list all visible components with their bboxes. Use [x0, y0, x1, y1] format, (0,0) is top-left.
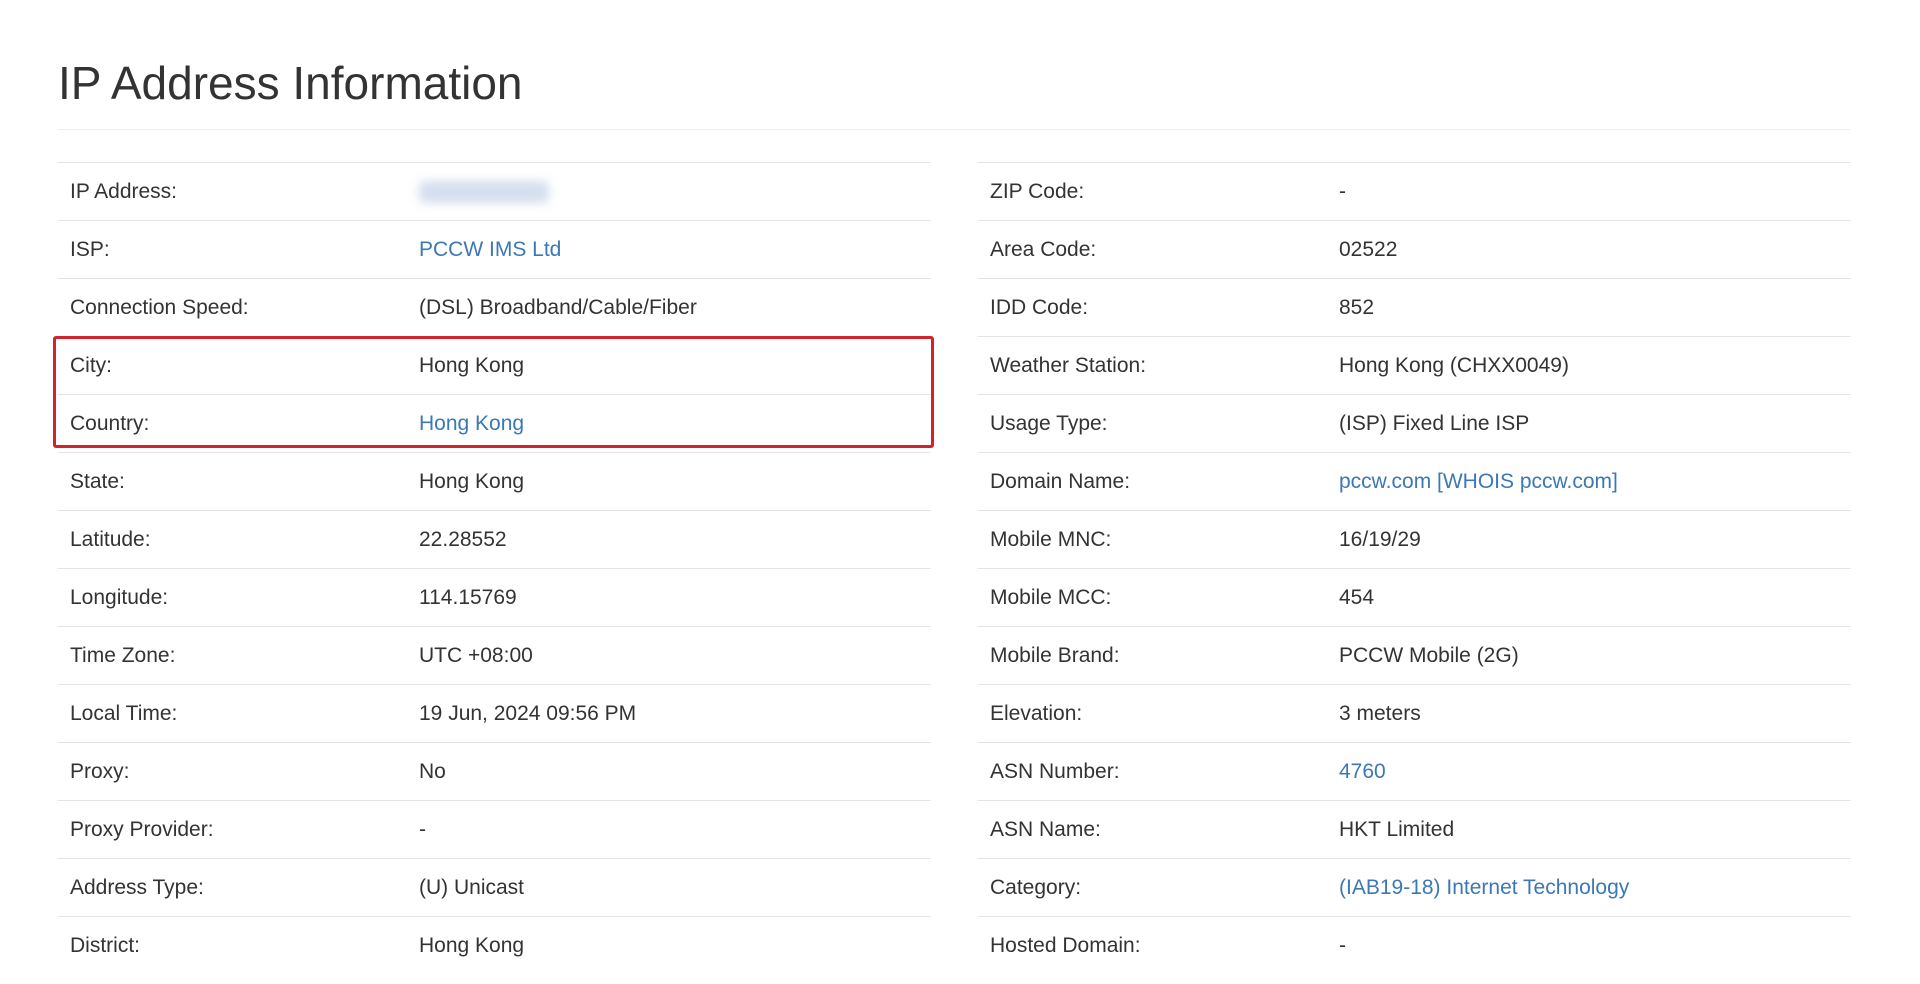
latitude-label: Latitude: — [70, 528, 151, 551]
row-mobile-mnc: Mobile MNC: 16/19/29 — [978, 511, 1851, 569]
row-proxy-provider: Proxy Provider: - — [58, 801, 931, 859]
row-domain-name: Domain Name: pccw.com [WHOIS pccw.com] — [978, 453, 1851, 511]
local-time-value: 19 Jun, 2024 09:56 PM — [419, 702, 637, 725]
usage-type-value: (ISP) Fixed Line ISP — [1339, 412, 1530, 435]
elevation-value: 3 meters — [1339, 702, 1421, 725]
area-code-label: Area Code: — [990, 238, 1097, 261]
connection-speed-value: (DSL) Broadband/Cable/Fiber — [419, 296, 697, 319]
row-usage-type: Usage Type: (ISP) Fixed Line ISP — [978, 395, 1851, 453]
row-weather-station: Weather Station: Hong Kong (CHXX0049) — [978, 337, 1851, 395]
row-asn-number: ASN Number: 4760 — [978, 743, 1851, 801]
address-type-label: Address Type: — [70, 876, 204, 899]
row-local-time: Local Time: 19 Jun, 2024 09:56 PM — [58, 685, 931, 743]
row-connection-speed: Connection Speed: (DSL) Broadband/Cable/… — [58, 279, 931, 337]
longitude-value: 114.15769 — [419, 586, 517, 609]
hosted-domain-value: - — [1339, 934, 1346, 957]
elevation-label: Elevation: — [990, 702, 1083, 725]
idd-code-value: 852 — [1339, 296, 1375, 319]
proxy-value: No — [419, 760, 446, 783]
row-elevation: Elevation: 3 meters — [978, 685, 1851, 743]
row-time-zone: Time Zone: UTC +08:00 — [58, 627, 931, 685]
asn-name-label: ASN Name: — [990, 818, 1101, 841]
latitude-value: 22.28552 — [419, 528, 507, 551]
longitude-label: Longitude: — [70, 586, 169, 609]
weather-station-label: Weather Station: — [990, 354, 1147, 377]
row-state: State: Hong Kong — [58, 453, 931, 511]
local-time-label: Local Time: — [70, 702, 178, 725]
zip-code-value: - — [1339, 180, 1346, 203]
row-latitude: Latitude: 22.28552 — [58, 511, 931, 569]
mobile-mcc-value: 454 — [1339, 586, 1375, 609]
category-link[interactable]: (IAB19-18) Internet Technology — [1339, 859, 1629, 916]
row-address-type: Address Type: (U) Unicast — [58, 859, 931, 917]
city-value: Hong Kong — [419, 354, 525, 377]
row-proxy: Proxy: No — [58, 743, 931, 801]
isp-label: ISP: — [70, 238, 110, 261]
hosted-domain-label: Hosted Domain: — [990, 934, 1141, 957]
district-label: District: — [70, 934, 140, 957]
state-value: Hong Kong — [419, 470, 525, 493]
domain-name-label: Domain Name: — [990, 470, 1131, 493]
domain-name-link[interactable]: pccw.com [WHOIS pccw.com] — [1339, 453, 1618, 510]
state-label: State: — [70, 470, 125, 493]
weather-station-value: Hong Kong (CHXX0049) — [1339, 354, 1569, 377]
district-value: Hong Kong — [419, 934, 525, 957]
ip-address-value — [419, 163, 549, 220]
row-district: District: Hong Kong — [58, 917, 931, 974]
area-code-value: 02522 — [1339, 238, 1398, 261]
row-idd-code: IDD Code: 852 — [978, 279, 1851, 337]
mobile-brand-label: Mobile Brand: — [990, 644, 1120, 667]
page-title: IP Address Information — [58, 57, 523, 109]
zip-code-label: ZIP Code: — [990, 180, 1085, 203]
asn-number-label: ASN Number: — [990, 760, 1120, 783]
asn-number-link[interactable]: 4760 — [1339, 743, 1386, 800]
row-isp: ISP: PCCW IMS Ltd — [58, 221, 931, 279]
page: IP Address Information IP Address: ISP: … — [0, 0, 1920, 984]
usage-type-label: Usage Type: — [990, 412, 1108, 435]
row-area-code: Area Code: 02522 — [978, 221, 1851, 279]
city-label: City: — [70, 354, 112, 377]
redacted-ip-address — [419, 181, 549, 203]
ip-address-label: IP Address: — [70, 180, 178, 203]
mobile-mnc-label: Mobile MNC: — [990, 528, 1112, 551]
proxy-provider-label: Proxy Provider: — [70, 818, 214, 841]
row-zip-code: ZIP Code: - — [978, 163, 1851, 221]
right-info-table: ZIP Code: - Area Code: 02522 IDD Code: 8… — [978, 162, 1851, 974]
row-asn-name: ASN Name: HKT Limited — [978, 801, 1851, 859]
isp-link[interactable]: PCCW IMS Ltd — [419, 221, 561, 278]
row-ip-address: IP Address: — [58, 163, 931, 221]
row-longitude: Longitude: 114.15769 — [58, 569, 931, 627]
mobile-brand-value: PCCW Mobile (2G) — [1339, 644, 1519, 667]
mobile-mcc-label: Mobile MCC: — [990, 586, 1112, 609]
time-zone-value: UTC +08:00 — [419, 644, 533, 667]
mobile-mnc-value: 16/19/29 — [1339, 528, 1421, 551]
asn-name-value: HKT Limited — [1339, 818, 1455, 841]
proxy-label: Proxy: — [70, 760, 130, 783]
time-zone-label: Time Zone: — [70, 644, 176, 667]
row-city: City: Hong Kong — [58, 337, 931, 395]
row-country: Country: Hong Kong — [58, 395, 931, 453]
idd-code-label: IDD Code: — [990, 296, 1089, 319]
left-info-table: IP Address: ISP: PCCW IMS Ltd Connection… — [58, 162, 931, 974]
connection-speed-label: Connection Speed: — [70, 296, 249, 319]
row-category: Category: (IAB19-18) Internet Technology — [978, 859, 1851, 917]
row-mobile-brand: Mobile Brand: PCCW Mobile (2G) — [978, 627, 1851, 685]
title-divider — [58, 129, 1850, 130]
row-hosted-domain: Hosted Domain: - — [978, 917, 1851, 974]
country-link[interactable]: Hong Kong — [419, 395, 524, 452]
row-mobile-mcc: Mobile MCC: 454 — [978, 569, 1851, 627]
proxy-provider-value: - — [419, 818, 426, 841]
address-type-value: (U) Unicast — [419, 876, 525, 899]
country-label: Country: — [70, 412, 150, 435]
category-label: Category: — [990, 876, 1082, 899]
